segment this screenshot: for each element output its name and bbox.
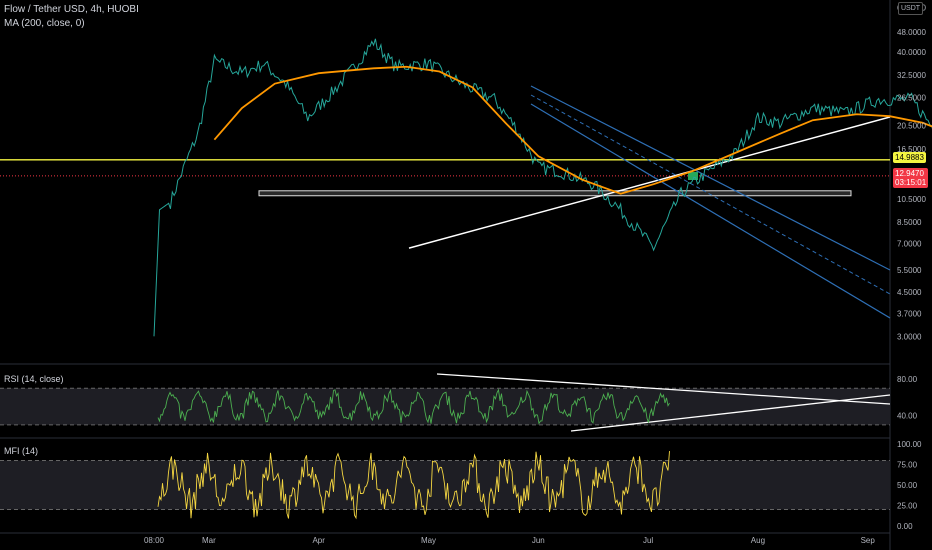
mfi-tick-label: 50.00 [897,481,918,490]
price-tick-label: 7.0000 [897,239,922,248]
last-price-value: 12.9470 [895,169,924,178]
price-series-line [153,38,932,337]
time-tick-label: Jul [643,536,653,545]
price-tick-label: 26.5000 [897,93,926,102]
time-tick-label: May [421,536,436,545]
price-tick-label: 4.5000 [897,288,922,297]
rsi-tick-label: 40.00 [897,412,918,421]
price-tick-label: 10.5000 [897,195,926,204]
time-tick-label: Sep [861,536,876,545]
mfi-tick-label: 100.00 [897,440,922,449]
last-price-tag: 12.9470 03:15:01 [893,168,929,188]
bar-countdown: 03:15:01 [895,178,927,187]
price-tick-label: 40.0000 [897,48,926,57]
time-tick-label: Mar [202,536,216,545]
price-tick-label: 5.5000 [897,266,922,275]
mfi-indicator-label: MFI (14) [4,446,39,456]
rsi-band [0,388,890,425]
mfi-tick-label: 0.00 [897,522,913,531]
ascending-trendline [408,116,891,249]
channel-lower-line [530,103,891,319]
price-tick-label: 3.7000 [897,309,922,318]
time-tick-label: Aug [751,536,765,545]
price-tick-label: 8.5000 [897,218,922,227]
level-price-tag: 14.9883 [893,152,926,163]
currency-badge[interactable]: USDT [898,2,924,15]
price-tick-label: 20.5000 [897,121,926,130]
rsi-tick-label: 80.00 [897,375,918,384]
rsi-indicator-label: RSI (14, close) [4,374,64,384]
price-tick-label: 3.0000 [897,332,922,341]
price-tick-label: 32.5000 [897,71,926,80]
mfi-tick-label: 25.00 [897,501,918,510]
time-tick-label: Apr [312,536,325,545]
chart-canvas[interactable]: 60.000048.000040.000032.500026.500020.50… [0,0,932,550]
chart-title: Flow / Tether USD, 4h, HUOBI [4,4,139,15]
time-tick-label: Jun [532,536,545,545]
ma-200-line [213,65,932,195]
mfi-tick-label: 75.00 [897,461,918,470]
ma-indicator-label: MA (200, close, 0) [4,18,85,29]
price-tick-label: 48.0000 [897,28,926,37]
drawings-layer [0,85,891,432]
support-zone-box [258,190,852,197]
time-tick-label: 08:00 [144,536,165,545]
